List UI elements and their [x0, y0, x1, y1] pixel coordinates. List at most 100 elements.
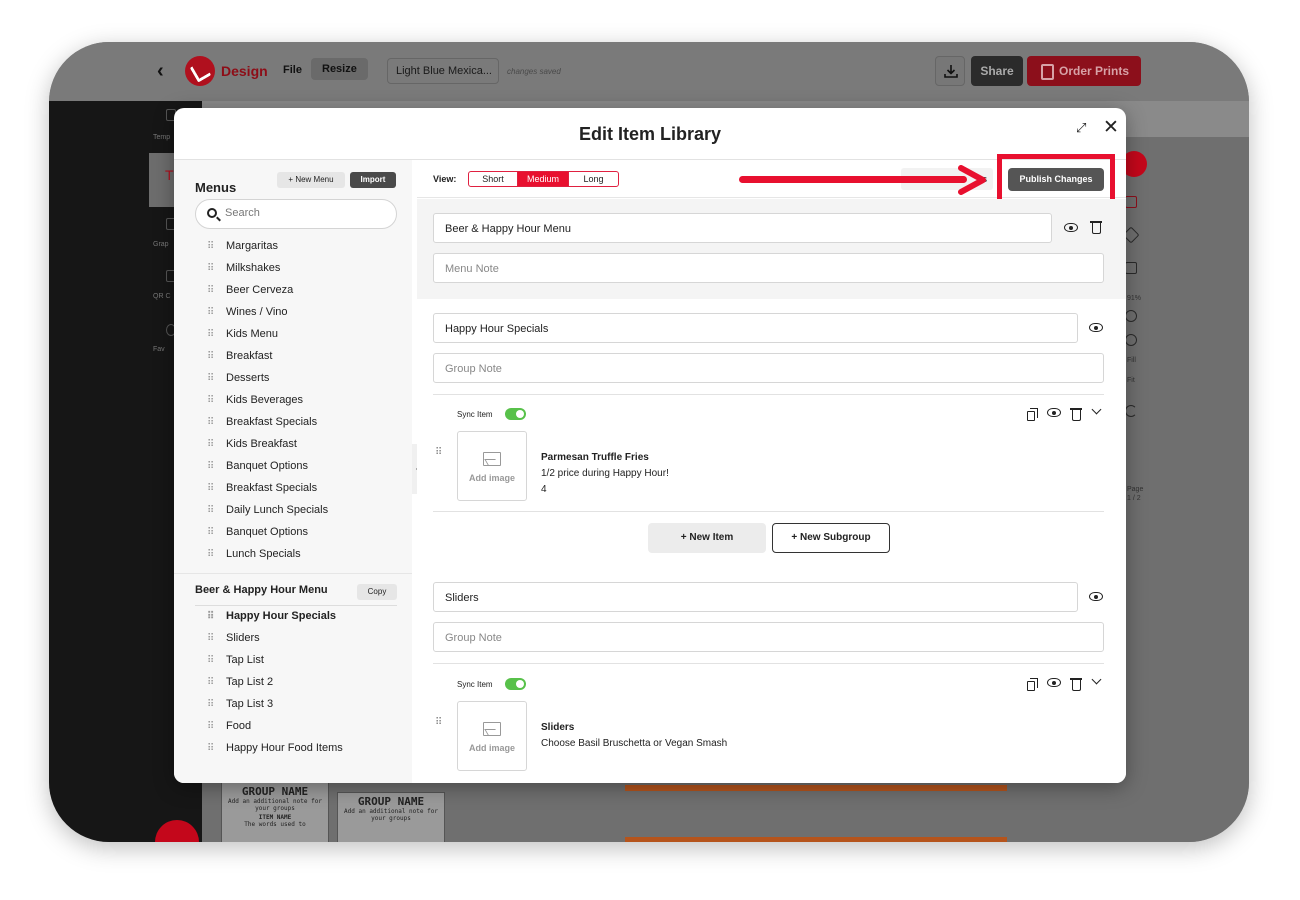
group-note-input[interactable]: Group Note: [433, 622, 1104, 652]
drag-handle-icon[interactable]: ⠿: [207, 633, 215, 644]
duplicate-icon[interactable]: [1027, 678, 1038, 691]
group-list-item[interactable]: ⠿ Tap List 2: [207, 676, 273, 694]
drag-handle-icon[interactable]: ⠿: [207, 285, 215, 296]
download-button[interactable]: [935, 56, 965, 86]
drag-handle-icon[interactable]: ⠿: [435, 717, 442, 728]
drag-handle-icon[interactable]: ⠿: [207, 655, 215, 666]
menu-name-input[interactable]: Beer & Happy Hour Menu: [433, 213, 1052, 243]
group-name-input[interactable]: Happy Hour Specials: [433, 313, 1078, 343]
menu-list-item[interactable]: ⠿ Daily Lunch Specials: [207, 504, 328, 522]
menu-list-item[interactable]: ⠿ Beer Cerveza: [207, 284, 293, 302]
menu-list-item[interactable]: ⠿ Kids Breakfast: [207, 438, 297, 456]
eye-icon[interactable]: [1047, 678, 1061, 687]
copy-menu-button[interactable]: Copy: [357, 584, 397, 600]
item-price[interactable]: 4: [541, 484, 547, 495]
group-list-item-active[interactable]: ⠿ Happy Hour Specials: [207, 610, 336, 628]
new-item-button[interactable]: + New Item: [648, 523, 766, 553]
chevron-down-icon[interactable]: [1091, 674, 1102, 685]
share-button[interactable]: Share: [971, 56, 1023, 86]
document-name-field[interactable]: Light Blue Mexica...: [387, 58, 499, 84]
view-short-tab[interactable]: Short: [468, 171, 518, 187]
duplicate-icon[interactable]: [1027, 408, 1038, 421]
group-list-item[interactable]: ⠿ Tap List 3: [207, 698, 273, 716]
expand-icon[interactable]: ⤢: [1076, 120, 1086, 136]
drag-handle-icon[interactable]: ⠿: [207, 307, 215, 318]
drag-handle-icon[interactable]: ⠿: [207, 505, 215, 516]
menu-list-item[interactable]: ⠿ Kids Beverages: [207, 394, 303, 412]
menu-note-input[interactable]: Menu Note: [433, 253, 1104, 283]
back-arrow-icon[interactable]: ‹: [157, 60, 164, 83]
menu-list-item[interactable]: ⠿ Breakfast Specials: [207, 416, 317, 434]
drag-handle-icon[interactable]: ⠿: [435, 447, 442, 458]
menu-list-item[interactable]: ⠿ Wines / Vino: [207, 306, 288, 324]
menu-list-item[interactable]: ⠿ Lunch Specials: [207, 548, 301, 566]
drag-handle-icon[interactable]: ⠿: [207, 439, 215, 450]
trash-icon[interactable]: [1070, 678, 1082, 691]
item-description[interactable]: 1/2 price during Happy Hour!: [541, 468, 669, 479]
item-name[interactable]: Sliders: [541, 722, 574, 733]
menu-list-item[interactable]: ⠿ Banquet Options: [207, 526, 308, 544]
zoom-in-icon[interactable]: [1125, 310, 1137, 322]
view-medium-tab[interactable]: Medium: [517, 171, 569, 187]
undo-icon[interactable]: [1125, 405, 1137, 417]
menu-search[interactable]: [195, 199, 397, 229]
item-description[interactable]: Choose Basil Bruschetta or Vegan Smash: [541, 738, 727, 749]
resize-button[interactable]: Resize: [311, 58, 368, 80]
view-long-tab[interactable]: Long: [568, 171, 619, 187]
add-image-box[interactable]: Add image: [457, 431, 527, 501]
drag-handle-icon[interactable]: ⠿: [207, 699, 215, 710]
group-name-input[interactable]: Sliders: [433, 582, 1078, 612]
drag-handle-icon[interactable]: ⠿: [207, 241, 215, 252]
group-list-item[interactable]: ⠿ Tap List: [207, 654, 264, 672]
fit-button[interactable]: Fit: [1127, 377, 1135, 384]
sync-item-toggle[interactable]: [505, 408, 526, 420]
split-view-icon[interactable]: [1125, 262, 1137, 274]
fill-button[interactable]: Fill: [1127, 357, 1136, 364]
drag-handle-icon[interactable]: ⠿: [207, 373, 215, 384]
trash-icon[interactable]: [1070, 408, 1082, 421]
close-icon[interactable]: ✕: [1103, 116, 1119, 139]
eye-icon[interactable]: [1089, 592, 1103, 601]
sync-item-toggle[interactable]: [505, 678, 526, 690]
group-note-input[interactable]: Group Note: [433, 353, 1104, 383]
drag-handle-icon[interactable]: ⠿: [207, 677, 215, 688]
group-list-item[interactable]: ⠿ Food: [207, 720, 251, 738]
group-list-item[interactable]: ⠿ Sliders: [207, 632, 260, 650]
drag-handle-icon[interactable]: ⠿: [207, 549, 215, 560]
new-subgroup-button[interactable]: + New Subgroup: [772, 523, 890, 553]
menu-list-item[interactable]: ⠿ Milkshakes: [207, 262, 280, 280]
drag-handle-icon[interactable]: ⠿: [207, 461, 215, 472]
drag-handle-icon[interactable]: ⠿: [207, 611, 215, 622]
menu-list-item[interactable]: ⠿ Breakfast Specials: [207, 482, 317, 500]
import-button[interactable]: Import: [350, 172, 396, 188]
file-menu[interactable]: File: [283, 64, 302, 76]
chevron-down-icon[interactable]: [1091, 404, 1102, 415]
add-image-box[interactable]: Add image: [457, 701, 527, 771]
search-input[interactable]: [225, 207, 385, 219]
drag-handle-icon[interactable]: ⠿: [207, 395, 215, 406]
current-menu-title: Beer & Happy Hour Menu: [195, 584, 328, 596]
drag-handle-icon[interactable]: ⠿: [207, 351, 215, 362]
drag-handle-icon[interactable]: ⠿: [207, 527, 215, 538]
trash-icon[interactable]: [1090, 221, 1102, 234]
menu-list-item[interactable]: ⠿ Margaritas: [207, 240, 278, 258]
item-name[interactable]: Parmesan Truffle Fries: [541, 452, 649, 463]
order-prints-button[interactable]: Order Prints: [1027, 56, 1141, 86]
zoom-out-icon[interactable]: [1125, 334, 1137, 346]
drag-handle-icon[interactable]: ⠿: [207, 483, 215, 494]
new-menu-button[interactable]: + New Menu: [277, 172, 345, 188]
menu-list-item[interactable]: ⠿ Breakfast: [207, 350, 272, 368]
eye-icon[interactable]: [1089, 323, 1103, 332]
menu-list-item[interactable]: ⠿ Banquet Options: [207, 460, 308, 478]
group-list-item[interactable]: ⠿ Happy Hour Food Items: [207, 742, 343, 760]
drag-handle-icon[interactable]: ⠿: [207, 329, 215, 340]
eye-icon[interactable]: [1064, 223, 1078, 232]
pages-icon[interactable]: [1125, 196, 1137, 208]
drag-handle-icon[interactable]: ⠿: [207, 263, 215, 274]
menu-list-item[interactable]: ⠿ Desserts: [207, 372, 269, 390]
drag-handle-icon[interactable]: ⠿: [207, 721, 215, 732]
drag-handle-icon[interactable]: ⠿: [207, 417, 215, 428]
drag-handle-icon[interactable]: ⠿: [207, 743, 215, 754]
menu-list-item[interactable]: ⠿ Kids Menu: [207, 328, 278, 346]
eye-icon[interactable]: [1047, 408, 1061, 417]
